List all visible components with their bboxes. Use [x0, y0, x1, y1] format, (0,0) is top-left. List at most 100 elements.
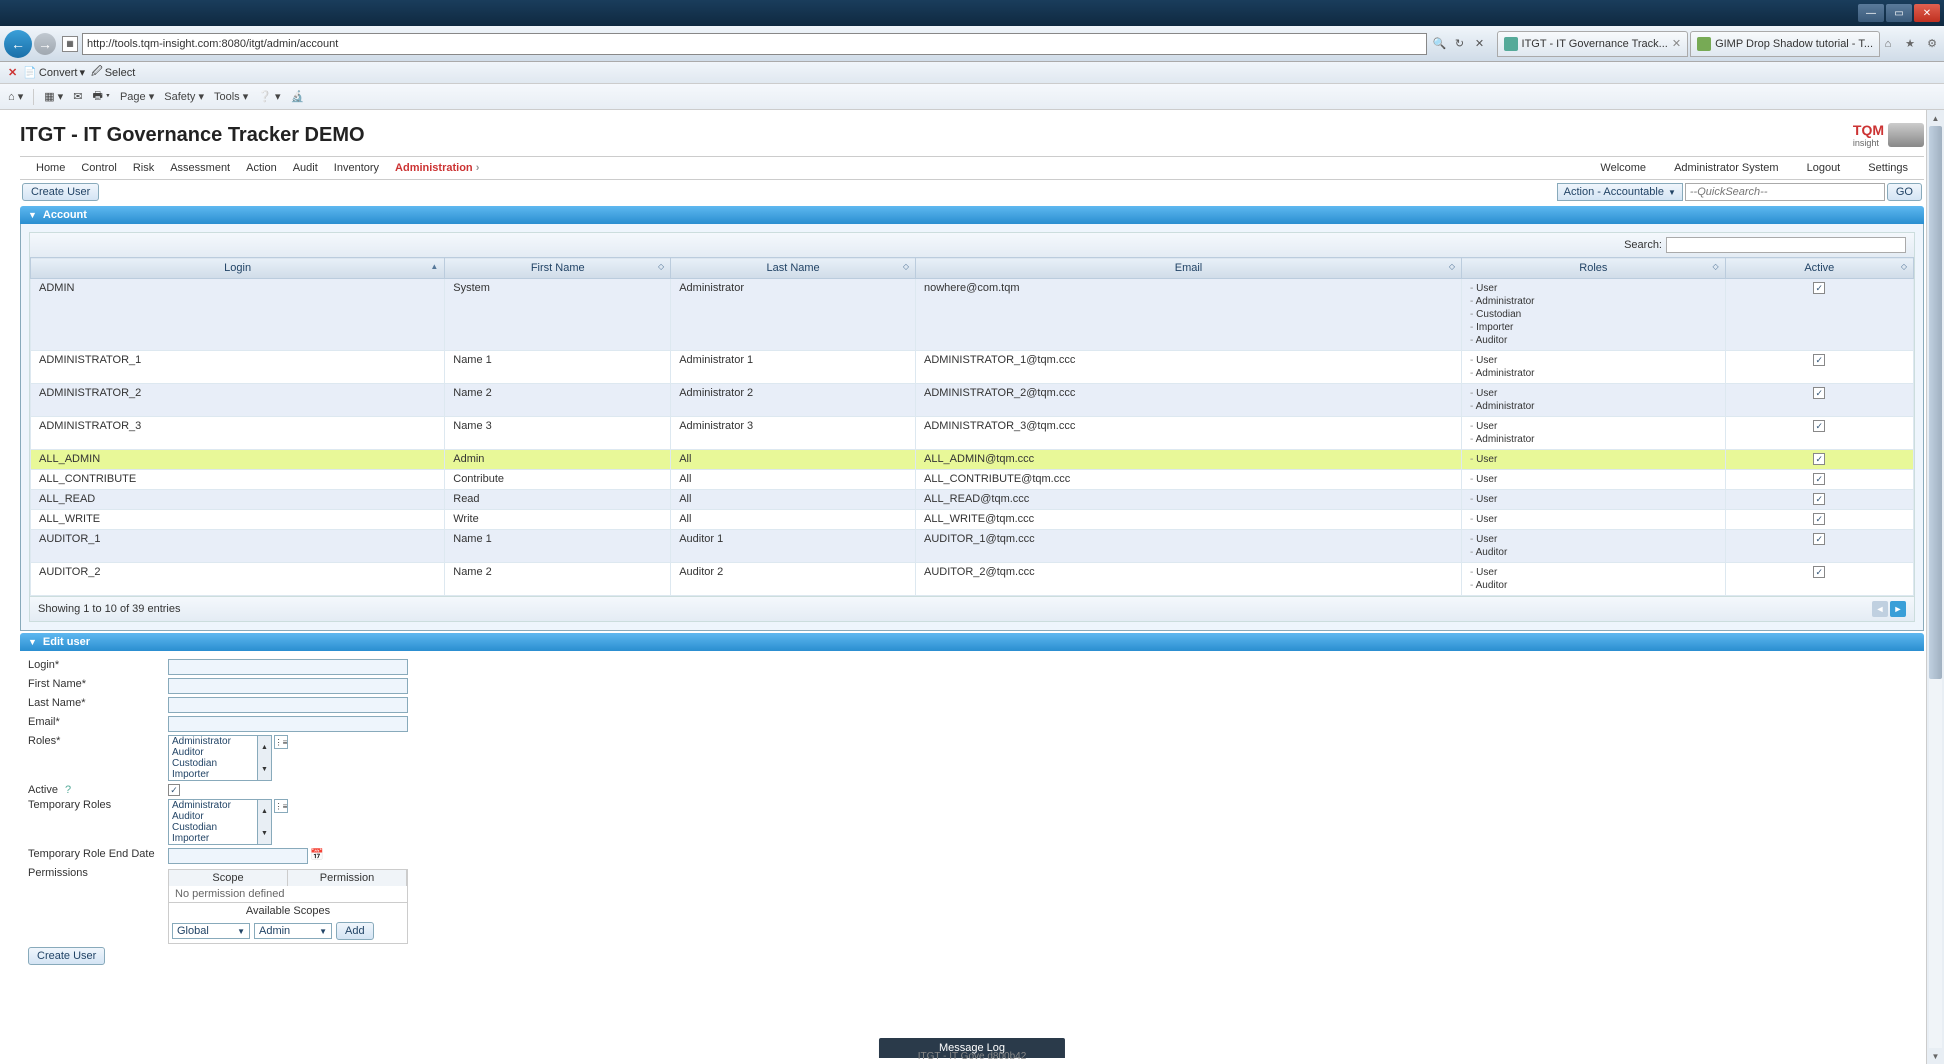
- active-checkbox[interactable]: ✓: [168, 784, 180, 796]
- permission-select[interactable]: Admin▼: [254, 923, 332, 939]
- create-user-button[interactable]: Create User: [22, 183, 99, 201]
- role-option[interactable]: Importer: [169, 833, 257, 844]
- menu-item-action[interactable]: Action: [238, 162, 285, 174]
- table-search-input[interactable]: [1666, 237, 1906, 253]
- calendar-icon[interactable]: 📅: [310, 848, 324, 861]
- roles-picker-button[interactable]: ⋮≡: [274, 735, 288, 749]
- role-option[interactable]: Custodian: [169, 822, 257, 833]
- temp-end-field[interactable]: [168, 848, 308, 864]
- column-header-last-name[interactable]: Last Name◇: [671, 258, 916, 279]
- window-maximize-button[interactable]: ▭: [1886, 4, 1912, 22]
- scroll-down-icon[interactable]: ▼: [258, 822, 271, 844]
- pager-next[interactable]: ►: [1890, 601, 1906, 617]
- scroll-down-icon[interactable]: ▼: [1927, 1048, 1944, 1064]
- toolbar-close-icon[interactable]: ✕: [8, 66, 17, 79]
- menu-item-inventory[interactable]: Inventory: [326, 162, 387, 174]
- pager-prev[interactable]: ◄: [1872, 601, 1888, 617]
- temp-roles-picker-button[interactable]: ⋮≡: [274, 799, 288, 813]
- scroll-thumb[interactable]: [1929, 126, 1942, 679]
- search-icon[interactable]: 🔍: [1431, 35, 1449, 53]
- refresh-icon[interactable]: ↻: [1451, 35, 1469, 53]
- quicksearch-input[interactable]: [1685, 183, 1885, 201]
- menu-item-home[interactable]: Home: [28, 162, 73, 174]
- account-panel-header[interactable]: ▼Account: [20, 206, 1924, 224]
- browser-tab[interactable]: ITGT - IT Governance Track...✕: [1497, 31, 1689, 57]
- tab-close-icon[interactable]: ✕: [1672, 37, 1681, 50]
- column-header-email[interactable]: Email◇: [915, 258, 1461, 279]
- safety-menu[interactable]: Safety ▾: [164, 90, 204, 103]
- create-user-submit-button[interactable]: Create User: [28, 947, 105, 965]
- temp-roles-listbox[interactable]: AdministratorAuditorCustodianImporter: [168, 799, 258, 845]
- role-option[interactable]: Administrator: [169, 736, 257, 747]
- back-button[interactable]: ←: [4, 30, 32, 58]
- login-field[interactable]: [168, 659, 408, 675]
- active-checkbox[interactable]: ✓: [1813, 282, 1825, 294]
- active-checkbox[interactable]: ✓: [1813, 354, 1825, 366]
- favorites-icon[interactable]: ★: [1902, 36, 1918, 52]
- window-close-button[interactable]: ✕: [1914, 4, 1940, 22]
- address-bar[interactable]: http://tools.tqm-insight.com:8080/itgt/a…: [82, 33, 1427, 55]
- scroll-up-icon[interactable]: ▲: [258, 736, 271, 758]
- edit-user-panel-header[interactable]: ▼Edit user: [20, 633, 1924, 651]
- active-checkbox[interactable]: ✓: [1813, 473, 1825, 485]
- menu-item-risk[interactable]: Risk: [125, 162, 162, 174]
- table-row[interactable]: ALL_WRITEWriteAllALL_WRITE@tqm.cccUser✓: [31, 510, 1914, 530]
- home-dropdown[interactable]: ⌂ ▾: [8, 90, 23, 103]
- add-permission-button[interactable]: Add: [336, 922, 374, 940]
- page-menu[interactable]: Page ▾: [120, 90, 154, 103]
- column-header-active[interactable]: Active◇: [1725, 258, 1913, 279]
- menu-item-assessment[interactable]: Assessment: [162, 162, 238, 174]
- table-row[interactable]: ADMINSystemAdministratornowhere@com.tqmU…: [31, 279, 1914, 351]
- table-row[interactable]: AUDITOR_2Name 2Auditor 2AUDITOR_2@tqm.cc…: [31, 563, 1914, 596]
- table-row[interactable]: ALL_CONTRIBUTEContributeAllALL_CONTRIBUT…: [31, 470, 1914, 490]
- convert-button[interactable]: 📄 Convert ▾: [23, 66, 85, 79]
- user-label[interactable]: Administrator System: [1666, 162, 1787, 174]
- roles-listbox[interactable]: AdministratorAuditorCustodianImporter: [168, 735, 258, 781]
- menu-item-audit[interactable]: Audit: [285, 162, 326, 174]
- active-checkbox[interactable]: ✓: [1813, 533, 1825, 545]
- scope-select[interactable]: Global▼: [172, 923, 250, 939]
- lastname-field[interactable]: [168, 697, 408, 713]
- table-row[interactable]: ALL_READReadAllALL_READ@tqm.cccUser✓: [31, 490, 1914, 510]
- active-checkbox[interactable]: ✓: [1813, 387, 1825, 399]
- firstname-field[interactable]: [168, 678, 408, 694]
- table-row[interactable]: ALL_ADMINAdminAllALL_ADMIN@tqm.cccUser✓: [31, 450, 1914, 470]
- scroll-up-icon[interactable]: ▲: [258, 800, 271, 822]
- column-header-first-name[interactable]: First Name◇: [445, 258, 671, 279]
- active-checkbox[interactable]: ✓: [1813, 513, 1825, 525]
- menu-item-administration[interactable]: Administration: [387, 162, 487, 174]
- menu-item-control[interactable]: Control: [73, 162, 124, 174]
- gear-icon[interactable]: ⚙: [1924, 36, 1940, 52]
- mail-icon[interactable]: ✉: [73, 90, 82, 103]
- role-option[interactable]: Administrator: [169, 800, 257, 811]
- active-checkbox[interactable]: ✓: [1813, 420, 1825, 432]
- table-row[interactable]: AUDITOR_1Name 1Auditor 1AUDITOR_1@tqm.cc…: [31, 530, 1914, 563]
- window-minimize-button[interactable]: —: [1858, 4, 1884, 22]
- active-checkbox[interactable]: ✓: [1813, 493, 1825, 505]
- role-option[interactable]: Auditor: [169, 811, 257, 822]
- table-row[interactable]: ADMINISTRATOR_3Name 3Administrator 3ADMI…: [31, 417, 1914, 450]
- scroll-up-icon[interactable]: ▲: [1927, 110, 1944, 126]
- role-option[interactable]: Importer: [169, 769, 257, 780]
- feeds-icon[interactable]: ▦ ▾: [44, 90, 63, 103]
- forward-button[interactable]: →: [34, 33, 56, 55]
- select-button[interactable]: 🖉 Select: [91, 63, 135, 82]
- role-option[interactable]: Custodian: [169, 758, 257, 769]
- email-field[interactable]: [168, 716, 408, 732]
- settings-link[interactable]: Settings: [1860, 162, 1916, 174]
- home-icon[interactable]: ⌂: [1880, 36, 1896, 52]
- active-checkbox[interactable]: ✓: [1813, 566, 1825, 578]
- scroll-down-icon[interactable]: ▼: [258, 758, 271, 780]
- active-checkbox[interactable]: ✓: [1813, 453, 1825, 465]
- table-row[interactable]: ADMINISTRATOR_2Name 2Administrator 2ADMI…: [31, 384, 1914, 417]
- column-header-roles[interactable]: Roles◇: [1462, 258, 1726, 279]
- stop-icon[interactable]: ✕: [1471, 35, 1489, 53]
- help-icon[interactable]: ❔ ▾: [258, 90, 280, 103]
- column-header-login[interactable]: Login▲: [31, 258, 445, 279]
- help-icon[interactable]: ?: [65, 784, 71, 796]
- research-icon[interactable]: 🔬: [291, 90, 305, 103]
- role-option[interactable]: Auditor: [169, 747, 257, 758]
- tools-menu[interactable]: Tools ▾: [214, 90, 248, 103]
- go-button[interactable]: GO: [1887, 183, 1922, 201]
- vertical-scrollbar[interactable]: ▲ ▼: [1926, 110, 1944, 1064]
